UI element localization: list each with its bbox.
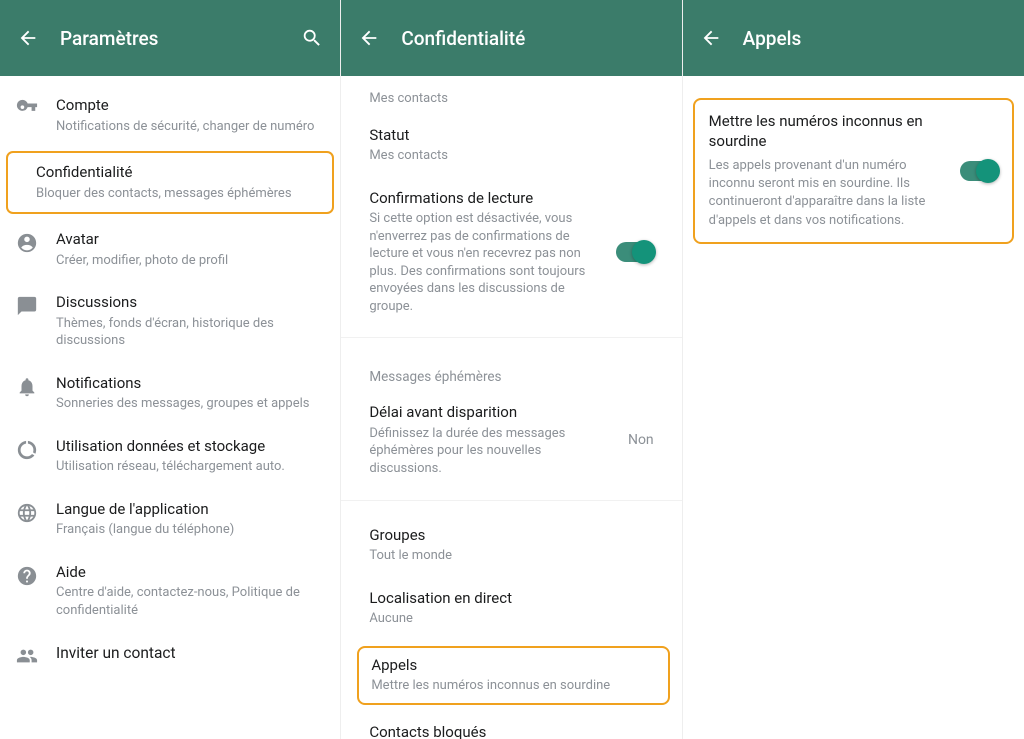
settings-content: Compte Notifications de sécurité, change… — [0, 76, 340, 739]
silence-unknown-sub: Les appels provenant d'un numéro inconnu… — [709, 157, 948, 230]
chats-title: Discussions — [56, 293, 324, 313]
back-arrow-icon[interactable] — [699, 26, 723, 50]
notifications-title: Notifications — [56, 374, 324, 394]
blocked-title: Contacts bloqués — [369, 723, 653, 739]
settings-item-avatar[interactable]: Avatar Créer, modifier, photo de profil — [0, 218, 340, 281]
avatar-icon — [16, 232, 38, 254]
search-icon[interactable] — [300, 26, 324, 50]
status-title: Statut — [369, 126, 653, 146]
settings-item-privacy-highlight[interactable]: Confidentialité Bloquer des contacts, me… — [6, 151, 334, 214]
chat-icon — [16, 295, 38, 317]
account-title: Compte — [56, 96, 324, 116]
calls-item-sub: Mettre les numéros inconnus en sourdine — [371, 677, 655, 695]
privacy-title: Confidentialité — [36, 163, 292, 183]
privacy-item-live-location[interactable]: Localisation en direct Aucune — [341, 577, 681, 640]
settings-item-language[interactable]: Langue de l'application Français (langue… — [0, 488, 340, 551]
people-icon — [16, 645, 38, 667]
help-title: Aide — [56, 563, 324, 583]
ephemeral-section-header: Messages éphémères — [341, 351, 681, 391]
groups-sub: Tout le monde — [369, 547, 653, 565]
settings-item-account[interactable]: Compte Notifications de sécurité, change… — [0, 84, 340, 147]
divider — [341, 500, 681, 514]
settings-item-notifications[interactable]: Notifications Sonneries des messages, gr… — [0, 362, 340, 425]
settings-item-invite[interactable]: Inviter un contact — [0, 631, 340, 679]
help-sub: Centre d'aide, contactez-nous, Politique… — [56, 584, 324, 619]
privacy-sub: Bloquer des contacts, messages éphémères — [36, 185, 292, 203]
storage-sub: Utilisation réseau, téléchargement auto. — [56, 458, 324, 476]
privacy-item-groups[interactable]: Groupes Tout le monde — [341, 514, 681, 577]
settings-item-storage[interactable]: Utilisation données et stockage Utilisat… — [0, 425, 340, 488]
privacy-item-read-receipts[interactable]: Confirmations de lecture Si cette option… — [341, 177, 681, 328]
privacy-item-disappear[interactable]: Délai avant disparition Définissez la du… — [341, 391, 681, 489]
divider — [341, 337, 681, 351]
calls-screen: Appels Mettre les numéros inconnus en so… — [683, 0, 1024, 739]
data-usage-icon — [16, 439, 38, 461]
storage-title: Utilisation données et stockage — [56, 437, 324, 457]
privacy-item-blocked[interactable]: Contacts bloqués Aucun·e — [341, 711, 681, 739]
chats-sub: Thèmes, fonds d'écran, historique des di… — [56, 315, 324, 350]
live-location-sub: Aucune — [369, 610, 653, 628]
privacy-header-title: Confidentialité — [401, 27, 665, 50]
calls-header: Appels — [683, 0, 1024, 76]
back-arrow-icon[interactable] — [16, 26, 40, 50]
account-sub: Notifications de sécurité, changer de nu… — [56, 118, 324, 136]
disappear-sub: Définissez la durée des messages éphémèr… — [369, 425, 616, 478]
live-location-title: Localisation en direct — [369, 589, 653, 609]
privacy-item-calls-highlight[interactable]: Appels Mettre les numéros inconnus en so… — [357, 646, 669, 705]
settings-header: Paramètres — [0, 0, 340, 76]
calls-content: Mettre les numéros inconnus en sourdine … — [683, 76, 1024, 739]
back-arrow-icon[interactable] — [357, 26, 381, 50]
silence-unknown-title: Mettre les numéros inconnus en sourdine — [709, 112, 948, 151]
silence-unknown-toggle[interactable] — [960, 161, 998, 181]
settings-title: Paramètres — [60, 27, 280, 50]
language-sub: Français (langue du téléphone) — [56, 521, 324, 539]
globe-icon — [16, 502, 38, 524]
partial-top-sub: Mes contacts — [369, 90, 653, 108]
privacy-screen: Confidentialité Mes contacts Statut Mes … — [341, 0, 682, 739]
language-title: Langue de l'application — [56, 500, 324, 520]
calls-header-title: Appels — [743, 27, 1008, 50]
privacy-header: Confidentialité — [341, 0, 681, 76]
settings-screen: Paramètres Compte Notifications de sécur… — [0, 0, 341, 739]
disappear-title: Délai avant disparition — [369, 403, 616, 423]
privacy-item-partial-top[interactable]: Mes contacts — [341, 84, 681, 114]
privacy-item-status[interactable]: Statut Mes contacts — [341, 114, 681, 177]
read-receipts-toggle[interactable] — [616, 242, 654, 262]
notifications-sub: Sonneries des messages, groupes et appel… — [56, 395, 324, 413]
silence-unknown-card[interactable]: Mettre les numéros inconnus en sourdine … — [693, 98, 1014, 244]
privacy-content: Mes contacts Statut Mes contacts Confirm… — [341, 76, 681, 739]
key-icon — [16, 98, 38, 120]
groups-title: Groupes — [369, 526, 653, 546]
calls-item-title: Appels — [371, 656, 655, 676]
settings-item-chats[interactable]: Discussions Thèmes, fonds d'écran, histo… — [0, 281, 340, 362]
status-sub: Mes contacts — [369, 147, 653, 165]
avatar-title: Avatar — [56, 230, 324, 250]
help-icon — [16, 565, 38, 587]
read-receipts-title: Confirmations de lecture — [369, 189, 603, 209]
avatar-sub: Créer, modifier, photo de profil — [56, 252, 324, 270]
bell-icon — [16, 376, 38, 398]
disappear-trailing: Non — [628, 432, 654, 448]
settings-item-help[interactable]: Aide Centre d'aide, contactez-nous, Poli… — [0, 551, 340, 632]
read-receipts-sub: Si cette option est désactivée, vous n'e… — [369, 210, 603, 315]
invite-title: Inviter un contact — [56, 643, 324, 663]
